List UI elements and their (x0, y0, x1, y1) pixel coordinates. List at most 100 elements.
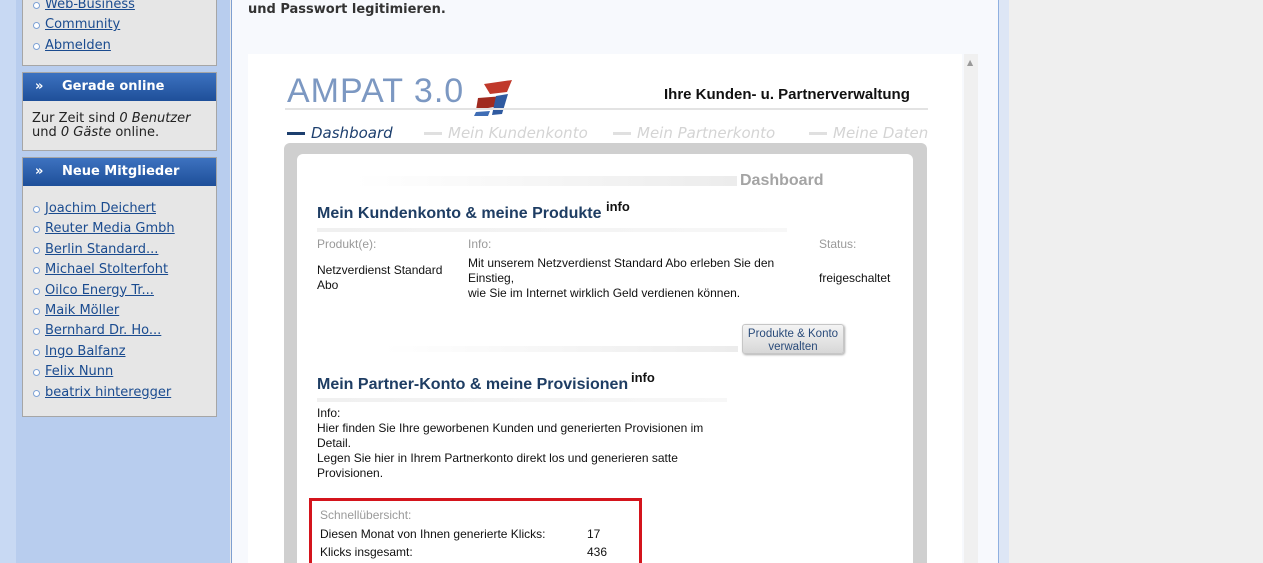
tab-label: Mein Kundenkonto (448, 124, 588, 142)
quick-overview-label: Schnellübersicht: (320, 508, 412, 522)
partner-info-link[interactable]: info (631, 370, 655, 385)
col-status-label: Status: (819, 237, 857, 251)
member-link[interactable]: Oilco Energy Tr... (45, 283, 154, 298)
link-logout[interactable]: Abmelden (45, 38, 111, 53)
new-members-header: » Neue Mitglieder (23, 158, 216, 186)
month-clicks-label: Diesen Monat von Ihnen generierte Klicks… (320, 527, 546, 541)
total-clicks-label: Klicks insgesamt: (320, 545, 413, 559)
member-link[interactable]: Berlin Standard... (45, 242, 158, 257)
member-link[interactable]: Joachim Deichert (45, 201, 156, 216)
bullet-icon (33, 287, 40, 295)
tab-marker (424, 132, 442, 135)
scrollbar[interactable]: ▲ (964, 54, 978, 563)
member-link[interactable]: Reuter Media Gmbh (45, 221, 175, 236)
online-box-header: » Gerade online (23, 73, 216, 101)
partner-section-title: Mein Partner-Konto & meine Provisionen (317, 376, 629, 393)
link-community[interactable]: Community (45, 17, 120, 32)
product-name: Netzverdienst Standard Abo (317, 263, 442, 293)
tab-label: Mein Partnerkonto (637, 124, 776, 142)
intro-text: und Passwort legitimieren. (248, 2, 446, 17)
customer-section-title: Mein Kundenkonto & meine Produkte (317, 205, 602, 222)
member-item: Ingo Balfanz (23, 342, 216, 362)
tab-dashboard[interactable]: Dashboard (287, 124, 393, 142)
right-border (999, 0, 1009, 563)
user-menu-box: Web-Business Community Abmelden (22, 0, 217, 66)
total-clicks-value: 436 (587, 545, 608, 559)
member-item: beatrix hinteregger (23, 383, 216, 403)
member-link[interactable]: beatrix hinteregger (45, 385, 171, 400)
member-item: Joachim Deichert (23, 199, 216, 219)
list-item: Abmelden (23, 36, 216, 56)
partner-info: Info: Hier finden Sie Ihre geworbenen Ku… (317, 406, 703, 481)
section-divider (317, 228, 787, 232)
online-box: » Gerade online Zur Zeit sind 0 Benutzer… (22, 72, 217, 151)
link-web-business[interactable]: Web-Business (45, 0, 135, 12)
list-item: Web-Business (23, 0, 216, 15)
bullet-icon (33, 42, 40, 50)
member-item: Michael Stolterfoht (23, 260, 216, 280)
section-divider (317, 398, 727, 402)
bullet-icon (33, 267, 40, 275)
partner-info-line3: Legen Sie hier in Ihrem Partnerkonto dir… (317, 451, 678, 465)
member-link[interactable]: Felix Nunn (45, 364, 113, 379)
product-info-line1: Mit unserem Netzverdienst Standard Abo e… (468, 256, 775, 270)
tab-marker (287, 132, 305, 135)
tab-marker (809, 132, 827, 135)
right-background (1009, 0, 1263, 563)
new-members-box: » Neue Mitglieder Joachim Deichert Reute… (22, 157, 217, 417)
list-item: Community (23, 15, 216, 35)
product-info-line2: Einstieg, (468, 271, 515, 285)
dashboard-title: Dashboard (740, 172, 824, 189)
member-link[interactable]: Maik Möller (45, 303, 119, 318)
online-text: Zur Zeit sind 0 Benutzer und 0 Gäste onl… (23, 101, 216, 140)
bullet-icon (33, 246, 40, 254)
tab-partner-account[interactable]: Mein Partnerkonto (613, 124, 775, 142)
slogan: Ihre Kunden- u. Partnerverwaltung (664, 86, 910, 103)
product-name-line2: Abo (317, 278, 339, 292)
bullet-icon (33, 22, 40, 30)
member-item: Reuter Media Gmbh (23, 219, 216, 239)
member-link[interactable]: Ingo Balfanz (45, 344, 126, 359)
partner-info-line2: Detail. (317, 436, 352, 450)
tab-my-data[interactable]: Meine Daten (809, 124, 928, 142)
online-text-prefix: Zur Zeit sind (32, 111, 120, 126)
double-chevron-icon: » (35, 79, 44, 94)
new-members-title: Neue Mitglieder (62, 164, 180, 179)
bullet-icon (33, 206, 40, 213)
bullet-icon (33, 307, 40, 315)
member-link[interactable]: Bernhard Dr. Ho... (45, 323, 161, 338)
online-users-count: 0 Benutzer (119, 111, 191, 126)
tab-customer-account[interactable]: Mein Kundenkonto (424, 124, 588, 142)
partner-info-label: Info: (317, 406, 341, 420)
scroll-up-icon[interactable]: ▲ (967, 58, 973, 67)
manage-products-button[interactable]: Produkte & Konto verwalten (742, 324, 844, 354)
ampat-logo-icon (474, 80, 512, 116)
member-item: Maik Möller (23, 301, 216, 321)
section-divider (384, 346, 738, 352)
online-box-title: Gerade online (62, 79, 165, 94)
bullet-icon (33, 348, 40, 356)
partner-info-line4: Provisionen. (317, 466, 384, 480)
member-item: Berlin Standard... (23, 240, 216, 260)
tab-marker (613, 132, 631, 135)
bullet-icon (33, 328, 40, 336)
bullet-icon (33, 369, 40, 377)
bullet-icon (33, 389, 40, 397)
member-link[interactable]: Michael Stolterfoht (45, 262, 168, 277)
bullet-icon (33, 2, 40, 9)
tab-label: Dashboard (311, 124, 393, 142)
product-status: freigeschaltet (819, 271, 891, 285)
ampat-logo-text: AMPAT 3.0 (287, 72, 465, 110)
logo-divider (285, 108, 928, 110)
manage-button-line1: Produkte & Konto (747, 328, 839, 340)
product-info: Mit unserem Netzverdienst Standard Abo e… (468, 256, 774, 301)
bullet-icon (33, 226, 40, 234)
tab-label: Meine Daten (833, 124, 929, 142)
double-chevron-icon: » (35, 164, 44, 179)
customer-info-link[interactable]: info (606, 199, 630, 214)
col-product-label: Produkt(e): (317, 237, 377, 251)
product-name-line1: Netzverdienst Standard (317, 263, 443, 277)
online-guests-count: 0 Gäste (60, 125, 112, 140)
member-item: Oilco Energy Tr... (23, 281, 216, 301)
online-text-suffix: online. (111, 125, 160, 140)
